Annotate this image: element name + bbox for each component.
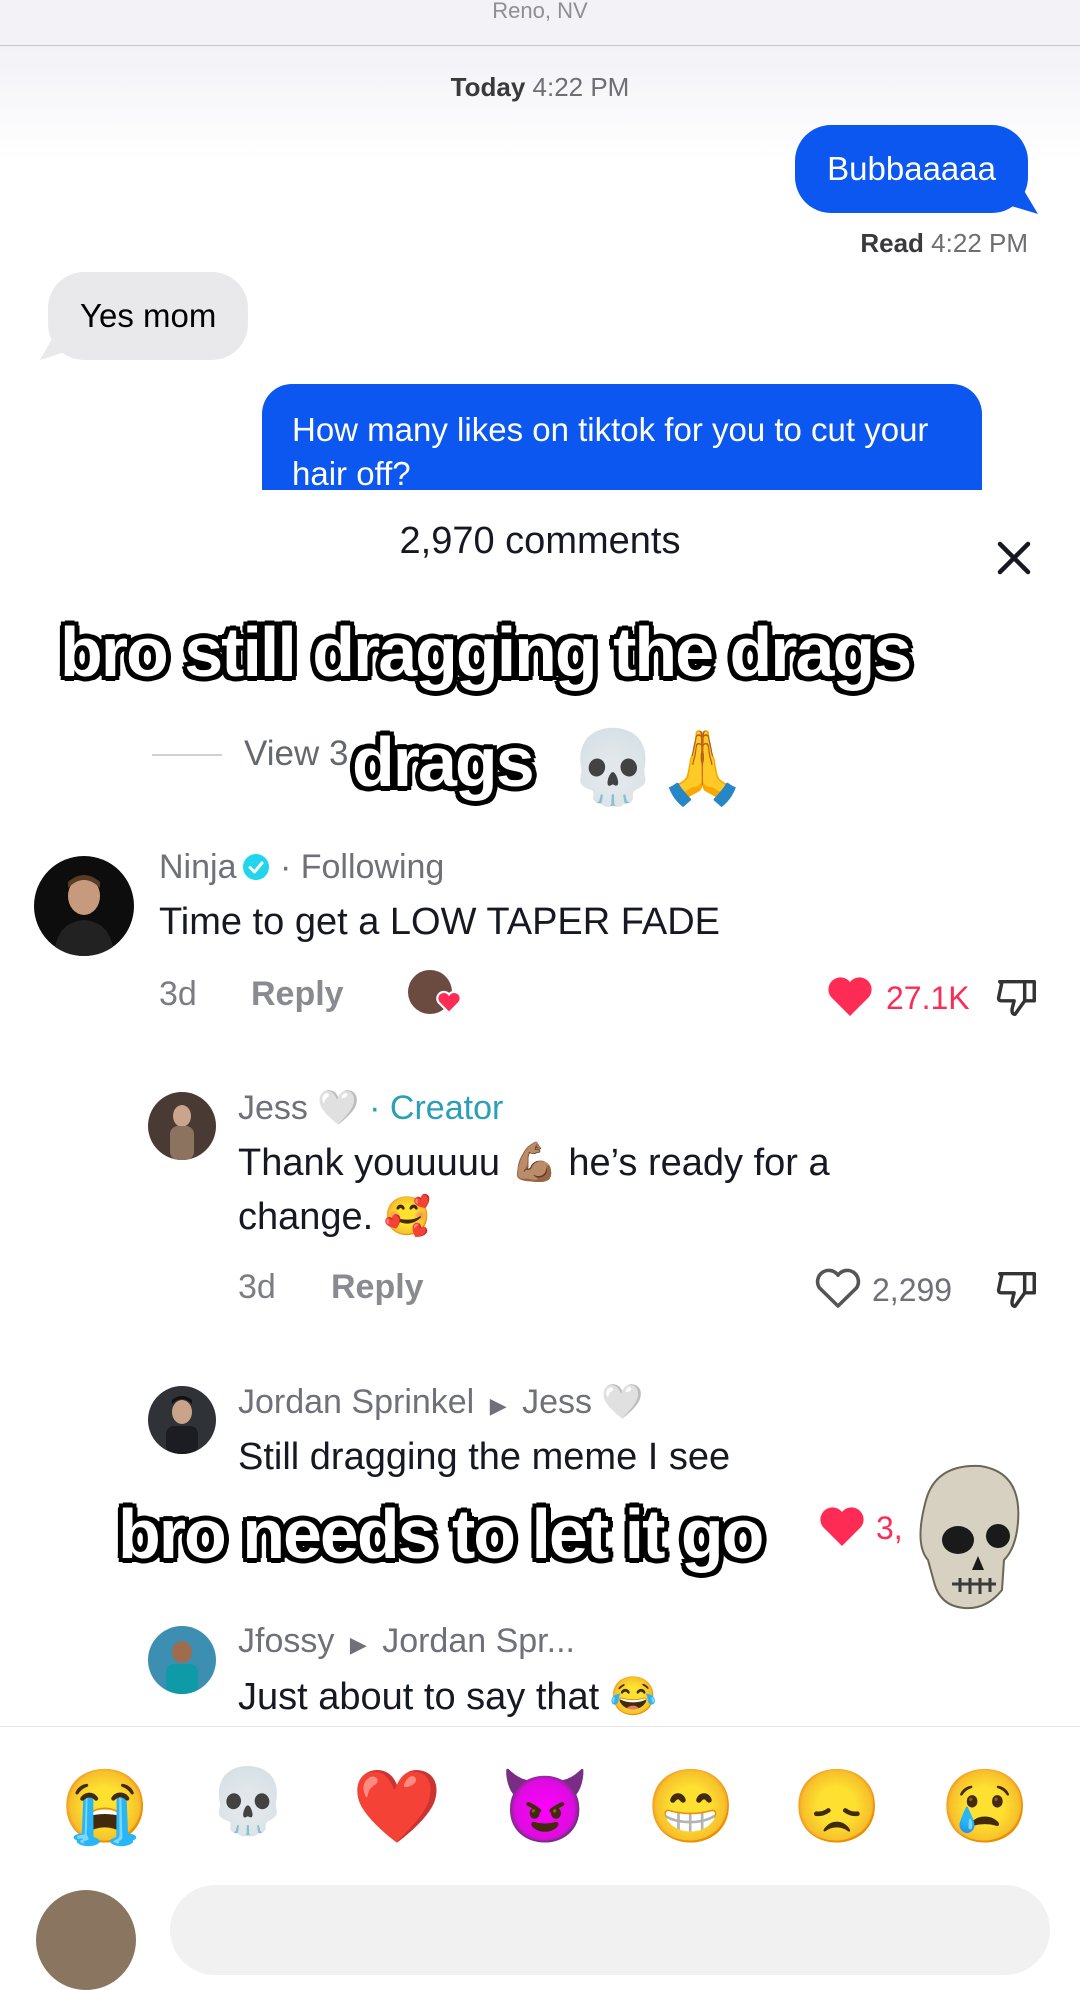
author-name: Jess 🤍 [238, 1089, 360, 1127]
comment-text: Still dragging the meme I see [238, 1436, 731, 1478]
dislike-icon[interactable] [994, 1266, 1040, 1312]
reply-arrow-icon: ▶ [489, 1393, 507, 1418]
imessage-screenshot: Reno, NV Today 4:22 PM Bubbaaaaa Read 4:… [0, 0, 1080, 490]
timestamp-time: 4:22 PM [532, 72, 630, 102]
skull-pray-emoji: 💀🙏 [568, 728, 748, 808]
emoji-skull[interactable]: 💀 [208, 1764, 292, 1848]
reply-to-name: Jess 🤍 [522, 1383, 644, 1421]
reply-arrow-icon: ▶ [349, 1632, 367, 1657]
like-count: 27.1K [886, 980, 970, 1016]
heart-icon [436, 990, 462, 1014]
like-count: 3, [876, 1510, 903, 1546]
overlay-caption-bottom: bro needs to let it go [118, 1495, 764, 1573]
like-count: 2,299 [872, 1272, 953, 1308]
reply-to-name: Jordan Spr... [382, 1622, 575, 1660]
view-replies-link[interactable]: View 3 [244, 734, 348, 774]
user-avatar [36, 1890, 136, 1990]
comments-count: 2,970 comments [399, 520, 681, 562]
contact-location: Reno, NV [492, 0, 588, 23]
comment-age: 3d [159, 975, 197, 1013]
person-photo [166, 1396, 198, 1454]
outgoing-message-bubble: How many likes on tiktok for you to cut … [262, 384, 982, 490]
reply-button[interactable]: Reply [251, 975, 344, 1014]
verified-badge-icon [243, 854, 270, 880]
view-replies-line [152, 754, 222, 756]
close-icon[interactable] [990, 534, 1038, 582]
read-label: Read [860, 228, 924, 258]
author-name: Jordan Sprinkel [238, 1383, 475, 1421]
dislike-icon[interactable] [994, 974, 1040, 1020]
message-timestamp: Today 4:22 PM [0, 72, 1080, 103]
like-heart-outline-icon[interactable] [814, 1266, 862, 1310]
emoji-crying[interactable]: 😢 [940, 1764, 1030, 1848]
incoming-message-bubble: Yes mom [48, 272, 249, 360]
avatar[interactable] [34, 856, 134, 956]
person-photo [54, 875, 114, 956]
like-heart-icon[interactable] [826, 974, 874, 1018]
emoji-red-heart[interactable]: ❤️ [352, 1764, 442, 1848]
outgoing-message-bubble: Bubbaaaaa [795, 125, 1028, 213]
person-photo [170, 1105, 194, 1160]
emoji-grinning[interactable]: 😁 [646, 1764, 736, 1848]
person-photo [166, 1641, 198, 1694]
comments-sheet: 2,970 comments View 3 Ninja · Following … [0, 490, 1080, 1920]
overlay-caption-top-line2: drags [352, 723, 535, 801]
comment-text: Thank youuuuu 💪🏽 he’s ready for a change… [238, 1142, 830, 1238]
comment-text: Just about to say that 😂 [238, 1676, 658, 1718]
header-divider [0, 45, 1080, 46]
reply-button[interactable]: Reply [331, 1268, 424, 1307]
creator-label: · Creator [369, 1089, 504, 1127]
following-label: · Following [279, 848, 445, 886]
comment-author[interactable]: Ninja · Following [159, 848, 444, 887]
emoji-smiling-imp[interactable]: 😈 [500, 1764, 590, 1848]
read-time: 4:22 PM [931, 228, 1028, 258]
read-receipt: Read 4:22 PM [860, 228, 1028, 259]
author-name: Ninja [159, 848, 237, 886]
avatar[interactable] [148, 1626, 216, 1694]
author-name: Jfossy [238, 1622, 335, 1660]
like-heart-icon[interactable] [818, 1504, 866, 1548]
comment-author[interactable]: Jordan Sprinkel ▶ Jess 🤍 [238, 1382, 644, 1422]
comment-author[interactable]: Jess 🤍 · Creator [238, 1088, 503, 1128]
timestamp-day: Today [450, 72, 526, 102]
overlay-caption-top: bro still dragging the drags [60, 613, 912, 691]
avatar[interactable] [148, 1092, 216, 1160]
comment-author[interactable]: Jfossy ▶ Jordan Spr... [238, 1622, 575, 1661]
emoji-disappointed[interactable]: 😞 [792, 1764, 882, 1848]
avatar[interactable] [148, 1386, 216, 1454]
comment-input[interactable] [170, 1885, 1050, 1975]
skull-sticker-icon [919, 1464, 1020, 1610]
comment-age: 3d [238, 1268, 276, 1306]
emoji-loudly-crying[interactable]: 😭 [60, 1764, 150, 1848]
comment-text: Time to get a LOW TAPER FADE [159, 901, 721, 943]
emoji-bar-divider [0, 1726, 1080, 1727]
